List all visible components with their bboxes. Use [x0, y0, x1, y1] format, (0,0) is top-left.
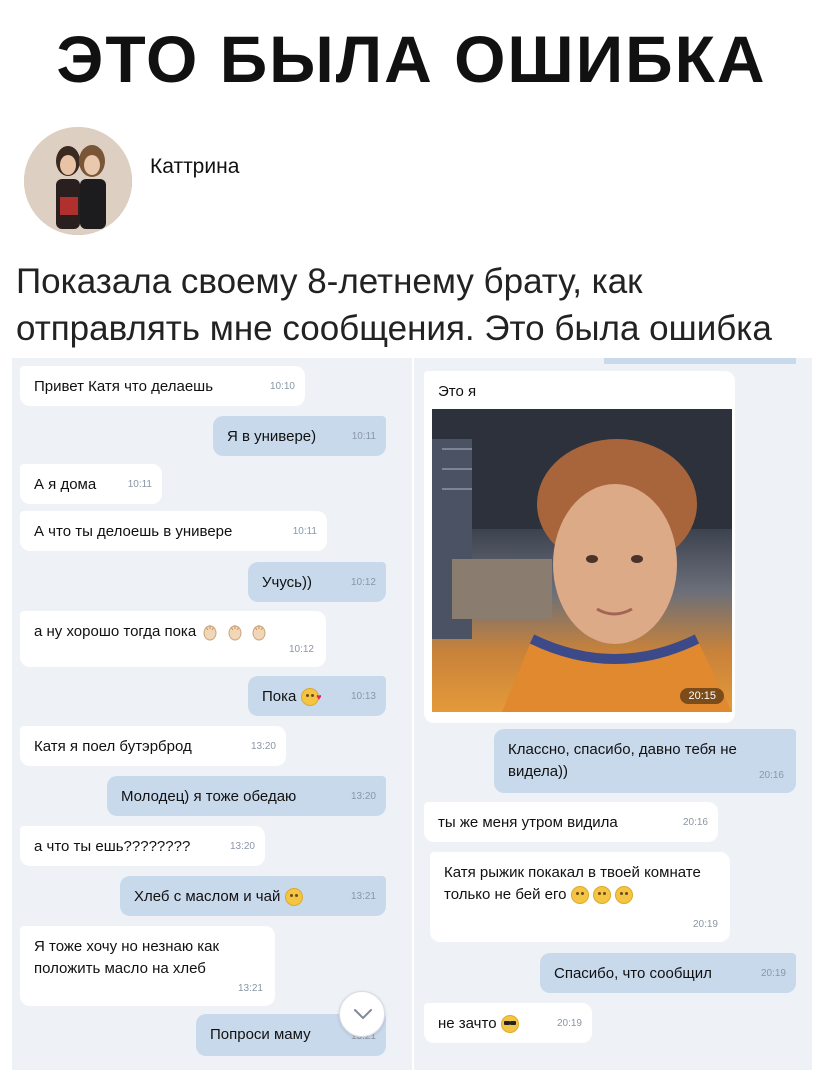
message-time: 20:19	[760, 968, 786, 979]
message-outgoing[interactable]: Классно, спасибо, давно тебя не видела))…	[494, 729, 796, 793]
message-outgoing[interactable]: Пока ♥ 10:13	[248, 676, 386, 716]
headline: ЭТО БЫЛА ОШИБКА	[56, 22, 767, 96]
message-time: 10:11	[351, 431, 376, 442]
message-text: Учусь))	[262, 574, 312, 591]
message-text: А я дома	[34, 476, 97, 493]
chevron-down-icon	[354, 1009, 372, 1020]
message-time: 10:10	[269, 381, 295, 392]
message-time: 20:16	[758, 770, 784, 781]
message-time: 20:19	[692, 919, 718, 930]
message-time: 10:11	[292, 526, 317, 537]
message-time: 13:20	[350, 791, 376, 802]
message-time: 20:19	[556, 1018, 582, 1029]
message-text: А что ты делоешь в универе	[34, 523, 233, 540]
clap-icon	[203, 625, 217, 641]
message-time: 10:11	[127, 479, 152, 490]
message-time: 13:21	[350, 891, 376, 902]
message-text: не зачто	[438, 1015, 497, 1032]
message-outgoing[interactable]: Спасибо, что сообщил 20:19	[540, 953, 796, 993]
message-text: а ну хорошо тогда пока	[34, 623, 197, 640]
message-time: 13:20	[229, 841, 255, 852]
message-text: ты же меня утром видила	[438, 814, 618, 831]
message-text: Я тоже хочу но незнаю как положить масло…	[34, 938, 220, 977]
message-time: 10:13	[350, 691, 376, 702]
grin-emoji-icon	[284, 888, 303, 907]
message-text: Я в универе)	[227, 428, 317, 445]
message-text: Привет Катя что делаешь	[34, 378, 214, 395]
message-outgoing[interactable]: Хлеб с маслом и чай 13:21	[120, 876, 386, 916]
message-incoming[interactable]: А я дома 10:11	[20, 464, 162, 504]
message-text: Катя я поел бутэрброд	[34, 738, 192, 755]
message-incoming[interactable]: Привет Катя что делаешь 10:10	[20, 366, 305, 406]
photo-image	[432, 409, 732, 712]
message-text: Классно, спасибо, давно тебя не видела))	[508, 741, 737, 780]
photo-attachment[interactable]: 20:15	[432, 409, 732, 712]
post-caption: Показала своему 8-летнему брату, как отп…	[16, 262, 772, 348]
message-text: Молодец) я тоже обедаю	[121, 788, 297, 805]
message-text: Хлеб с маслом и чай	[134, 888, 281, 905]
message-incoming[interactable]: а что ты ешь???????? 13:20	[20, 826, 265, 866]
scroll-down-button[interactable]	[339, 991, 385, 1037]
message-incoming[interactable]: ты же меня утром видила 20:16	[424, 802, 718, 842]
message-time: 10:12	[288, 644, 314, 655]
message-text: а что ты ешь????????	[34, 838, 191, 855]
message-text: Пока	[262, 688, 297, 705]
message-incoming[interactable]: Я тоже хочу но незнаю как положить масло…	[20, 926, 275, 1006]
previous-message-edge	[604, 358, 796, 364]
clap-icon	[228, 625, 242, 641]
message-incoming[interactable]: Катя я поел бутэрброд 13:20	[20, 726, 286, 766]
worried-emoji-icon	[570, 886, 589, 905]
message-text: Спасибо, что сообщил	[554, 965, 712, 982]
message-incoming[interactable]: а ну хорошо тогда пока 10:12	[20, 611, 326, 667]
message-text: Попроси маму	[210, 1026, 311, 1043]
avatar-photo-icon	[24, 127, 132, 235]
photo-time: 20:15	[680, 688, 724, 704]
sunglasses-emoji-icon	[500, 1015, 519, 1034]
message-time: 13:21	[237, 983, 263, 994]
message-text: Это я	[438, 383, 477, 400]
worried-emoji-icon	[592, 886, 611, 905]
message-incoming[interactable]: А что ты делоешь в универе 10:11	[20, 511, 327, 551]
username[interactable]: Каттрина	[150, 155, 239, 179]
message-time: 20:16	[682, 817, 708, 828]
message-outgoing[interactable]: Учусь)) 10:12	[248, 562, 386, 602]
avatar[interactable]	[24, 127, 132, 235]
message-time: 10:12	[350, 577, 376, 588]
message-incoming[interactable]: не зачто 20:19	[424, 1003, 592, 1043]
message-outgoing[interactable]: Молодец) я тоже обедаю 13:20	[107, 776, 386, 816]
message-outgoing[interactable]: Я в универе) 10:11	[213, 416, 386, 456]
worried-emoji-icon	[614, 886, 633, 905]
kiss-emoji-icon: ♥	[300, 688, 322, 707]
message-incoming[interactable]: Катя рыжик покакал в твоей комнате тольк…	[430, 852, 730, 942]
message-time: 13:20	[250, 741, 276, 752]
clap-icon	[252, 625, 266, 641]
